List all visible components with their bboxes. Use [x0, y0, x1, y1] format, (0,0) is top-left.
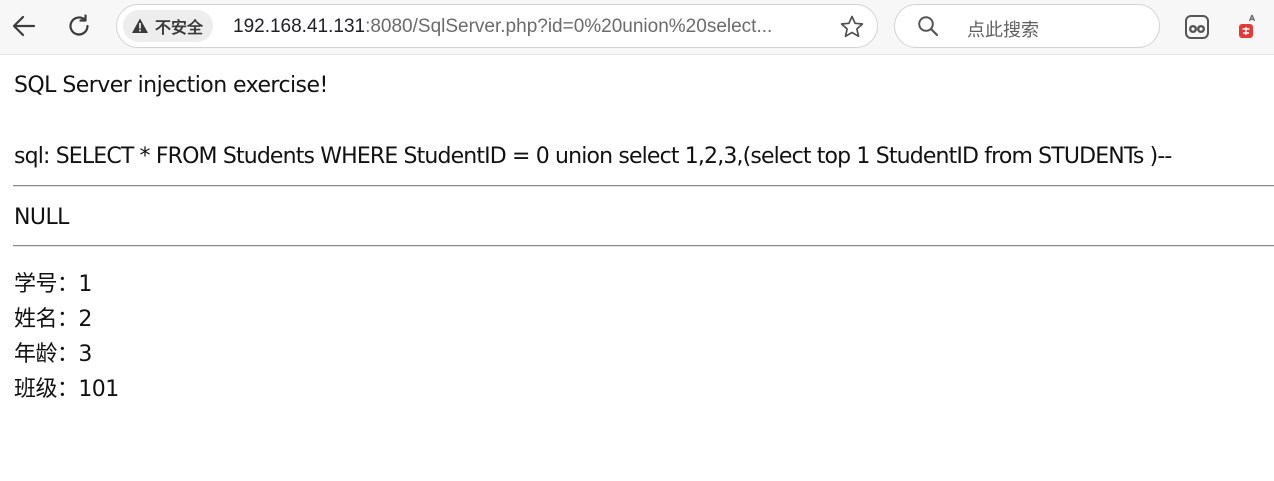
reload-icon — [69, 14, 89, 36]
field-label: 学号： — [14, 272, 79, 297]
star-outline-icon[interactable] — [839, 14, 865, 40]
field-value: 3 — [78, 342, 92, 367]
search-box[interactable]: 点此搜索 — [894, 4, 1160, 48]
url-text[interactable]: 192.168.41.131:8080/SqlServer.php?id=0%2… — [233, 16, 772, 38]
search-placeholder: 点此搜索 — [967, 20, 1039, 41]
sql-query-text: sql: SELECT * FROM Students WHERE Studen… — [14, 144, 1172, 169]
student-class-row: 班级：101 — [14, 371, 119, 403]
reload-button[interactable] — [63, 10, 95, 42]
student-age-row: 年龄：3 — [14, 336, 92, 368]
url-path: :8080/SqlServer.php?id=0%20union%20selec… — [365, 16, 773, 37]
null-result-text: NULL — [14, 205, 69, 230]
student-name-row: 姓名：2 — [14, 301, 92, 333]
arrow-left-icon — [12, 15, 36, 37]
warning-triangle-icon — [132, 18, 148, 33]
divider — [13, 185, 1274, 187]
extension-grid-icon[interactable] — [1183, 13, 1211, 41]
field-label: 姓名： — [14, 307, 79, 332]
student-id-row: 学号：1 — [14, 266, 92, 298]
divider — [13, 245, 1274, 247]
field-value: 101 — [78, 377, 119, 402]
field-label: 年龄： — [14, 342, 79, 367]
field-label: 班级： — [14, 377, 79, 402]
security-label: 不安全 — [155, 18, 204, 37]
address-bar[interactable]: 不安全 192.168.41.131:8080/SqlServer.php?id… — [116, 4, 878, 48]
back-button[interactable] — [8, 10, 40, 42]
url-host: 192.168.41.131 — [233, 16, 366, 37]
field-value: 1 — [78, 272, 92, 297]
security-indicator[interactable]: 不安全 — [123, 10, 214, 42]
page-content: SQL Server injection exercise! sql: SELE… — [0, 54, 1274, 481]
field-value: 2 — [78, 307, 92, 332]
translate-extension-icon[interactable] — [1236, 12, 1260, 42]
page-title: SQL Server injection exercise! — [14, 73, 328, 98]
browser-toolbar: 不安全 192.168.41.131:8080/SqlServer.php?id… — [0, 0, 1274, 54]
magnifier-icon — [918, 16, 939, 37]
